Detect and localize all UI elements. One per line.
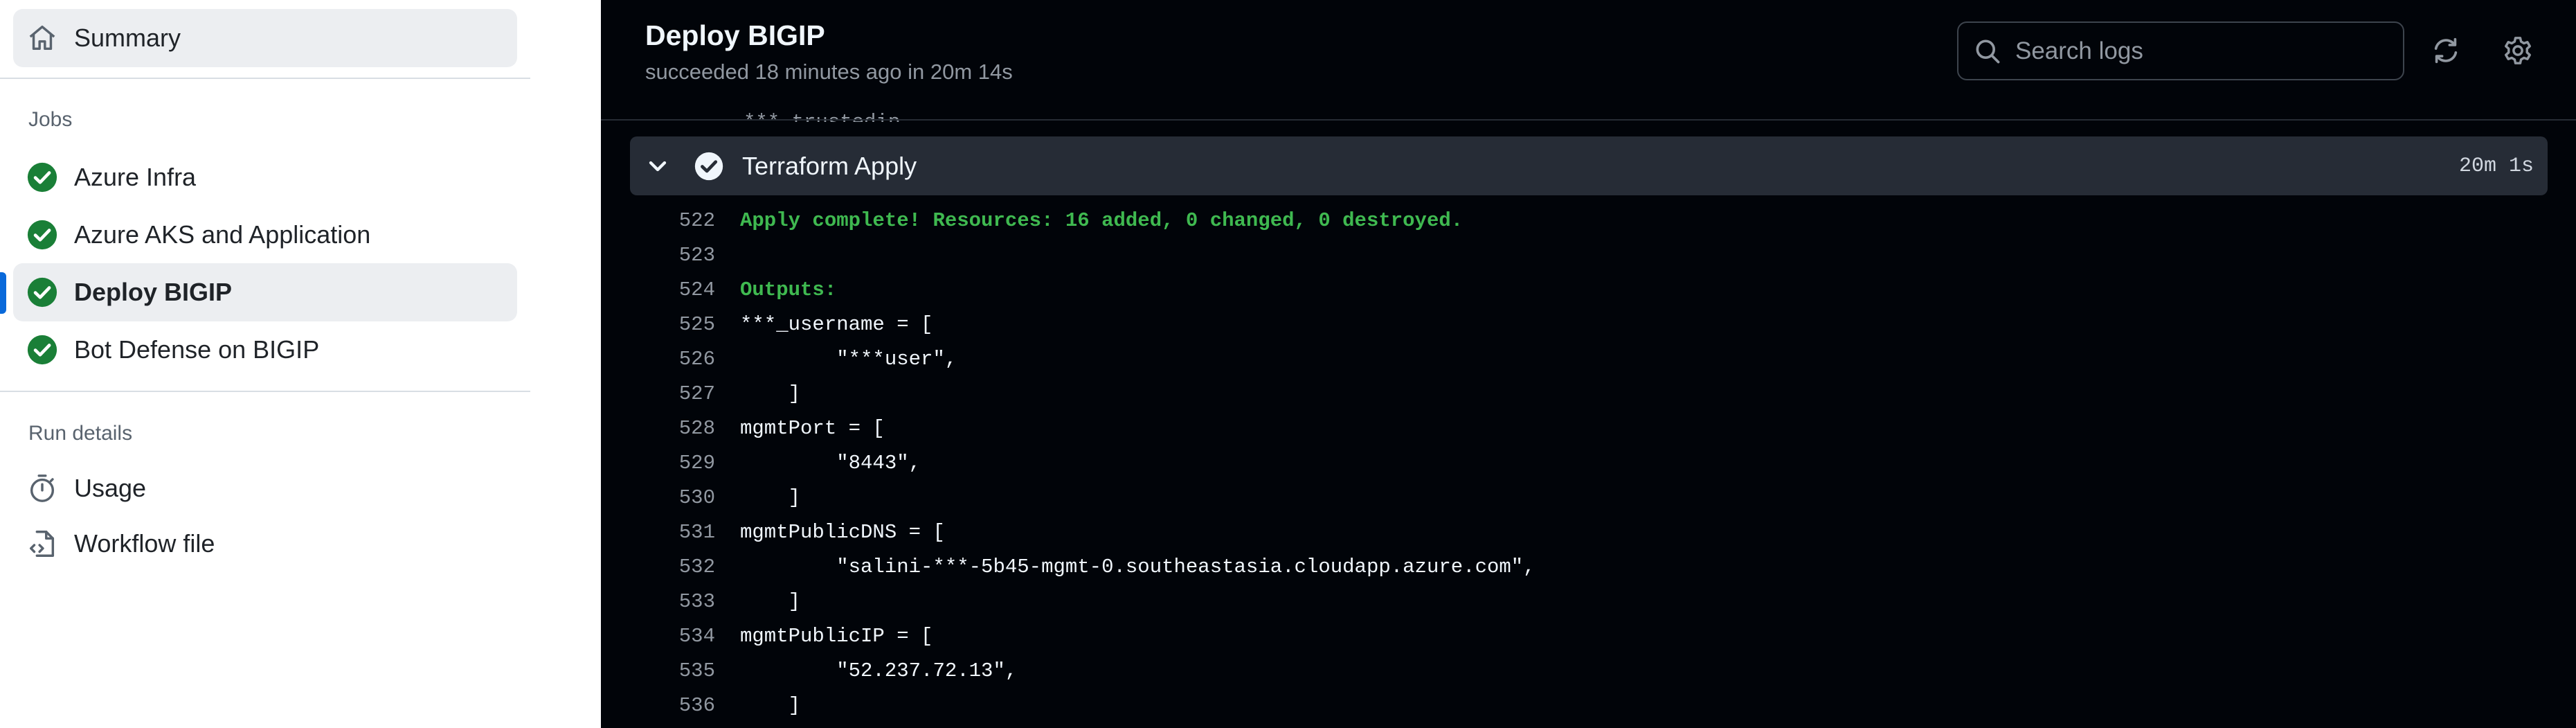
check-circle-icon	[694, 151, 724, 181]
log-text: ]	[740, 589, 801, 613]
log-line: 536 ]	[601, 688, 800, 722]
log-line: 535 "52.237.72.13",	[601, 653, 1017, 688]
sidebar-item-usage[interactable]: Usage	[13, 459, 517, 517]
line-number[interactable]: 524	[601, 278, 715, 301]
sidebar: Summary Jobs Azure Infra Azure AKS and A…	[0, 0, 601, 728]
active-indicator	[0, 272, 6, 314]
home-icon	[26, 22, 58, 54]
log-text: mgmtPort = [	[740, 416, 885, 440]
line-number[interactable]: 529	[601, 452, 715, 474]
sidebar-item-deploy-bigip[interactable]: Deploy BIGIP	[13, 263, 517, 321]
log-line: 527 ]	[601, 376, 800, 411]
log-text: Outputs:	[740, 278, 837, 301]
check-circle-icon	[26, 219, 58, 251]
log-text: mgmtPublicDNS = [	[740, 520, 945, 544]
sidebar-item-azure-infra[interactable]: Azure Infra	[13, 148, 517, 206]
log-text: "***user",	[740, 347, 957, 371]
file-code-icon	[26, 528, 58, 560]
log-line: 531 mgmtPublicDNS = [	[601, 515, 945, 549]
sidebar-item-workflow-file[interactable]: Workflow file	[13, 515, 517, 573]
log-line: 532 "salini-***-5b45-mgmt-0.southeastasi…	[601, 549, 1535, 584]
log-line: 534 mgmtPublicIP = [	[601, 619, 933, 653]
header-divider	[601, 119, 2576, 121]
sidebar-item-label: Workflow file	[74, 529, 215, 558]
line-number[interactable]: 527	[601, 382, 715, 405]
sidebar-divider	[0, 391, 530, 392]
sidebar-item-azure-aks[interactable]: Azure AKS and Application	[13, 206, 517, 264]
stopwatch-icon	[26, 472, 58, 504]
log-text: ***_username = [	[740, 312, 933, 336]
log-line: 529 "8443",	[601, 445, 921, 480]
log-line: 525 ***_username = [	[601, 307, 933, 341]
log-text: "52.237.72.13",	[740, 659, 1018, 682]
sidebar-divider	[0, 78, 530, 79]
log-text: "8443",	[740, 451, 921, 474]
sidebar-item-label: Usage	[74, 474, 147, 502]
line-number[interactable]: 525	[601, 313, 715, 336]
log-line: 533 ]	[601, 584, 800, 619]
log-line: 530 ]	[601, 480, 800, 515]
step-header-terraform-apply[interactable]: Terraform Apply 20m 1s	[630, 136, 2548, 195]
line-number[interactable]: 530	[601, 486, 715, 509]
sidebar-item-summary[interactable]: Summary	[13, 9, 517, 67]
line-number[interactable]: 535	[601, 659, 715, 682]
sidebar-item-bot-defense[interactable]: Bot Defense on BIGIP	[13, 321, 517, 379]
sidebar-item-label: Azure AKS and Application	[74, 220, 371, 249]
log-text: ]	[740, 693, 801, 717]
log-line: 526 "***user",	[601, 341, 957, 376]
line-number[interactable]: 522	[601, 209, 715, 232]
sidebar-item-label: Deploy BIGIP	[74, 278, 233, 306]
refresh-button[interactable]	[2426, 30, 2466, 71]
search-logs-box[interactable]	[1957, 21, 2404, 80]
line-number[interactable]: 531	[601, 521, 715, 544]
run-details-heading: Run details	[28, 422, 133, 445]
line-number[interactable]: 526	[601, 348, 715, 371]
log-text: ]	[740, 486, 801, 509]
check-circle-icon	[26, 334, 58, 366]
search-logs-input[interactable]	[2014, 36, 2403, 66]
sidebar-item-label: Summary	[74, 24, 181, 52]
log-text: Apply complete! Resources: 16 added, 0 c…	[740, 208, 1463, 232]
sidebar-item-label: Azure Infra	[74, 163, 197, 191]
log-line: 528 mgmtPort = [	[601, 411, 885, 445]
log-line: 523	[601, 238, 740, 272]
search-icon	[1972, 36, 2003, 66]
log-text: "salini-***-5b45-mgmt-0.southeastasia.cl…	[740, 555, 1535, 578]
chevron-down-icon[interactable]	[644, 152, 672, 180]
log-line: 522 Apply complete! Resources: 16 added, …	[601, 203, 1463, 238]
jobs-heading: Jobs	[28, 108, 73, 131]
log-panel: Deploy BIGIP succeeded 18 minutes ago in…	[601, 0, 2576, 728]
line-number[interactable]: 536	[601, 694, 715, 717]
log-line: 524 Outputs:	[601, 272, 836, 307]
line-number[interactable]: 532	[601, 556, 715, 578]
sync-icon	[2430, 35, 2462, 66]
line-number[interactable]: 528	[601, 417, 715, 440]
line-number[interactable]: 534	[601, 625, 715, 648]
log-text: mgmtPublicIP = [	[740, 624, 933, 648]
check-circle-icon	[26, 161, 58, 193]
line-number[interactable]: 533	[601, 590, 715, 613]
sidebar-item-label: Bot Defense on BIGIP	[74, 335, 320, 364]
log-text: ]	[740, 382, 801, 405]
step-duration: 20m 1s	[2458, 154, 2534, 178]
job-status-subtitle: succeeded 18 minutes ago in 20m 14s	[645, 60, 1013, 84]
check-circle-icon	[26, 276, 58, 308]
gear-icon	[2502, 35, 2534, 66]
step-title: Terraform Apply	[742, 151, 917, 180]
job-title: Deploy BIGIP	[645, 19, 825, 51]
line-number[interactable]: 523	[601, 244, 715, 267]
settings-button[interactable]	[2498, 30, 2538, 71]
